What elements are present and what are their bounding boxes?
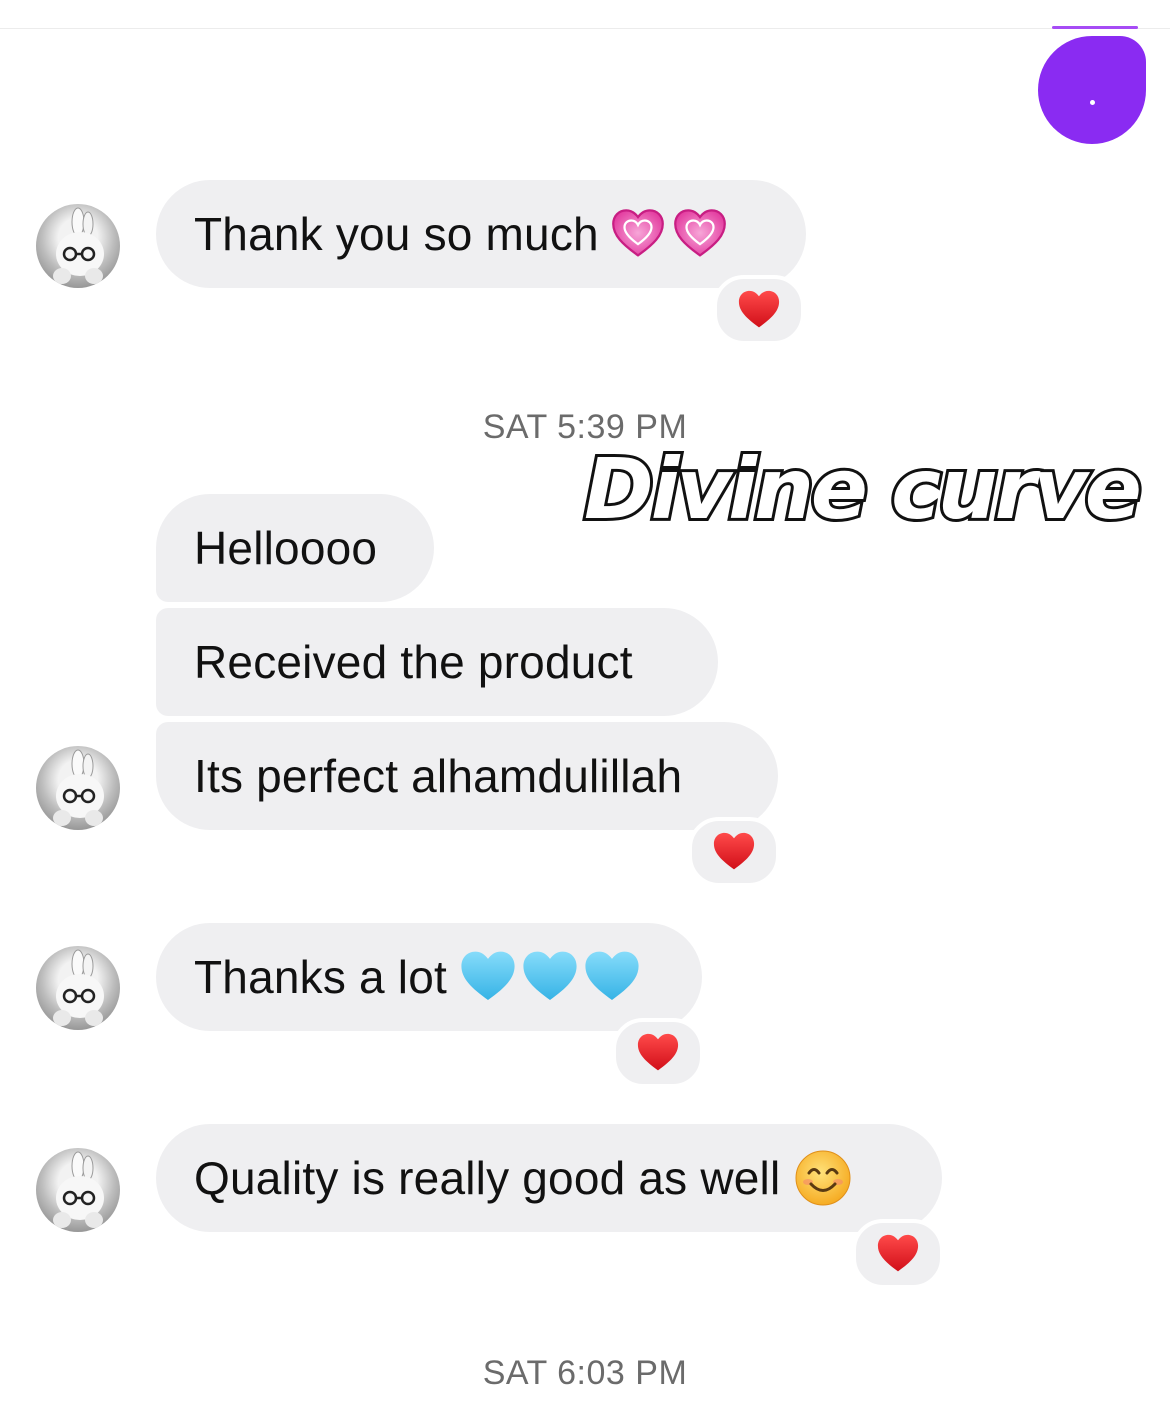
- watermark-text: Divine curve: [584, 440, 1139, 538]
- message-text: Quality is really good as well: [194, 1152, 781, 1204]
- blue-heart-icon: [459, 949, 517, 1005]
- red-heart-icon: [713, 832, 755, 870]
- red-heart-icon: [877, 1234, 919, 1272]
- growing-heart-icon: [673, 207, 727, 261]
- heart-reaction[interactable]: [713, 275, 805, 345]
- dot-icon: [1090, 100, 1095, 105]
- message-text: Helloooo: [194, 522, 378, 574]
- blue-heart-icon: [521, 949, 579, 1005]
- message-bubble[interactable]: Helloooo: [156, 494, 434, 602]
- blue-heart-icon: [583, 949, 641, 1005]
- sent-message-bubble[interactable]: [1038, 36, 1146, 144]
- heart-reaction[interactable]: [612, 1018, 704, 1088]
- message-text: Thank you so much: [194, 208, 599, 260]
- message-text: Thanks a lot: [194, 951, 447, 1003]
- avatar[interactable]: [36, 204, 120, 288]
- avatar[interactable]: [36, 746, 120, 830]
- smiling-face-icon: [794, 1149, 852, 1207]
- watermark-logo: Divine curve: [582, 440, 1145, 540]
- message-text: Its perfect alhamdulillah: [194, 750, 683, 802]
- message-bubble[interactable]: Thanks a lot: [156, 923, 702, 1031]
- message-text: Received the product: [194, 636, 633, 688]
- message-bubble[interactable]: Received the product: [156, 608, 718, 716]
- timestamp: SAT 6:03 PM: [482, 1354, 688, 1392]
- red-heart-icon: [738, 290, 780, 328]
- red-heart-icon: [637, 1033, 679, 1071]
- message-bubble[interactable]: Quality is really good as well: [156, 1124, 942, 1232]
- message-bubble[interactable]: Its perfect alhamdulillah: [156, 722, 778, 830]
- growing-heart-icon: [611, 207, 665, 261]
- heart-reaction[interactable]: [852, 1219, 944, 1289]
- avatar[interactable]: [36, 946, 120, 1030]
- sent-message-edge: [1052, 26, 1138, 29]
- message-bubble[interactable]: Thank you so much: [156, 180, 806, 288]
- heart-reaction[interactable]: [688, 817, 780, 887]
- header-divider: [0, 28, 1170, 29]
- avatar[interactable]: [36, 1148, 120, 1232]
